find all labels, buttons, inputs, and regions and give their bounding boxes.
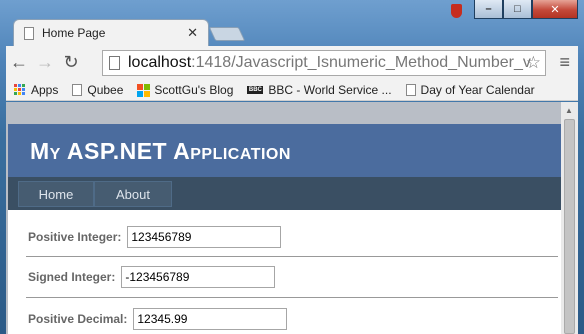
positive-decimal-input[interactable] xyxy=(133,308,288,330)
bookmark-star-icon[interactable]: ☆ xyxy=(526,53,541,73)
shield-icon[interactable] xyxy=(451,4,462,18)
tab-close-icon[interactable]: ✕ xyxy=(187,25,198,41)
bookmark-label: Qubee xyxy=(87,82,124,97)
bookmark-label: ScottGu's Blog xyxy=(154,82,234,97)
bookmark-label: BBC - World Service ... xyxy=(268,82,392,97)
maximize-button[interactable]: □ xyxy=(503,0,532,19)
signed-integer-row: Signed Integer: xyxy=(28,266,276,288)
bookmark-label: Apps xyxy=(31,82,59,97)
page-icon xyxy=(72,83,83,96)
close-window-button[interactable]: ✕ xyxy=(532,0,578,19)
bookmarks-bar: Apps Qubee ScottGu's Blog BBC BBC - Worl… xyxy=(6,79,578,101)
minimize-button[interactable]: – xyxy=(474,0,503,19)
main-content: Positive Integer: Signed Integer: Positi… xyxy=(8,210,561,334)
positive-decimal-row: Positive Decimal: xyxy=(28,308,288,330)
field-label: Positive Decimal: xyxy=(28,312,128,326)
bookmark-qubee[interactable]: Qubee xyxy=(72,83,123,97)
browser-tab[interactable]: Home Page ✕ xyxy=(13,19,209,46)
nav-home[interactable]: Home xyxy=(18,181,94,207)
page-viewport: My ASP.NET Application Home About Positi… xyxy=(6,102,578,334)
app-title: My ASP.NET Application xyxy=(30,138,291,164)
forward-arrow-icon[interactable]: → xyxy=(32,52,58,73)
window-controls: – □ ✕ xyxy=(474,0,578,20)
url-host: localhost xyxy=(128,54,192,71)
address-bar[interactable]: localhost:1418/Javascript_Isnumeric_Meth… xyxy=(102,50,546,76)
nav-about[interactable]: About xyxy=(94,181,172,207)
back-arrow-icon[interactable]: ← xyxy=(6,52,32,73)
page-header: My ASP.NET Application xyxy=(8,124,561,177)
browser-window: – □ ✕ Home Page ✕ ← → ↻ localhost:1418/J… xyxy=(0,0,584,334)
windows-logo-icon xyxy=(137,83,151,97)
url-path: :1418/Javascript_Isnumeric_Method_Number… xyxy=(191,54,531,71)
main-nav: Home About xyxy=(8,177,561,210)
signed-integer-input[interactable] xyxy=(121,266,276,288)
scroll-up-icon[interactable]: ▲ xyxy=(565,106,573,115)
positive-integer-input[interactable] xyxy=(127,226,282,248)
field-label: Signed Integer: xyxy=(28,270,116,284)
page-icon xyxy=(109,56,120,70)
positive-integer-row: Positive Integer: xyxy=(28,226,282,248)
page-icon xyxy=(405,83,416,96)
field-label: Positive Integer: xyxy=(28,230,122,244)
divider xyxy=(26,256,558,257)
tab-title: Home Page xyxy=(42,26,106,40)
reload-icon[interactable]: ↻ xyxy=(58,52,84,73)
divider xyxy=(26,297,558,298)
page-icon xyxy=(24,26,34,40)
bookmark-scottgu[interactable]: ScottGu's Blog xyxy=(137,83,233,97)
bookmark-label: Day of Year Calendar xyxy=(420,82,535,97)
scrollbar-thumb[interactable] xyxy=(564,119,575,334)
vertical-scrollbar[interactable]: ▲ xyxy=(561,102,578,334)
bookmark-day-of-year[interactable]: Day of Year Calendar xyxy=(405,82,535,97)
bbc-logo-icon: BBC xyxy=(247,85,264,94)
bookmark-apps[interactable]: Apps xyxy=(14,83,58,97)
menu-icon[interactable]: ≡ xyxy=(559,52,570,73)
apps-grid-icon xyxy=(14,83,26,96)
browser-toolbar: ← → ↻ localhost:1418/Javascript_Isnumeri… xyxy=(6,46,578,79)
bookmark-bbc[interactable]: BBC BBC - World Service ... xyxy=(247,82,392,97)
new-tab-button[interactable] xyxy=(208,27,246,41)
